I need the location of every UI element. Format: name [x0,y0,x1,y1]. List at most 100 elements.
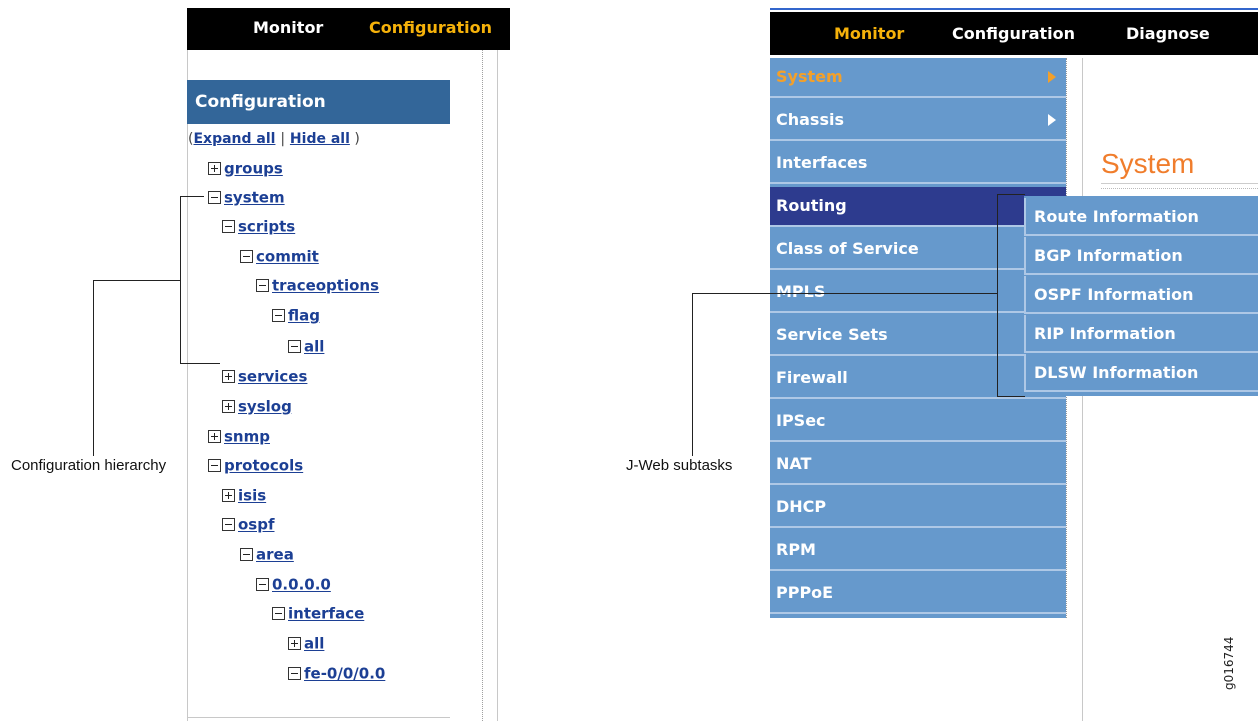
collapse-icon[interactable] [240,250,253,263]
tree-node-label[interactable]: syslog [238,398,292,416]
tree-node-label[interactable]: interface [288,605,364,623]
routing-submenu: Route Information BGP Information OSPF I… [1024,196,1258,396]
collapse-icon[interactable] [288,667,301,680]
collapse-icon[interactable] [272,309,285,322]
tab-monitor[interactable]: Monitor [834,24,904,43]
sidebar-item-label: Class of Service [776,239,919,258]
sidebar-item-interfaces[interactable]: Interfaces [770,144,1066,184]
submenu-item-rip-information[interactable]: RIP Information [1024,315,1258,353]
sidebar-item-routing[interactable]: Routing [770,187,1066,227]
sidebar-item-class-of-service[interactable]: Class of Service [770,230,1066,270]
chevron-right-icon [1048,114,1056,126]
tree-node-label[interactable]: all [304,635,324,653]
collapse-icon[interactable] [240,548,253,561]
tree-node-label[interactable]: fe-0/0/0.0 [304,665,385,683]
tree-node-syslog[interactable]: syslog [222,396,292,416]
submenu-item-route-information[interactable]: Route Information [1024,198,1258,236]
callout-line [93,280,94,456]
configuration-header: Configuration [187,80,450,124]
sidebar-item-label: Interfaces [776,153,868,172]
tree-node-label[interactable]: isis [238,487,266,505]
collapse-icon[interactable] [208,191,221,204]
collapse-icon[interactable] [288,340,301,353]
tree-node-snmp[interactable]: snmp [208,426,270,446]
panel-border [497,50,498,721]
sidebar-item-firewall[interactable]: Firewall [770,359,1066,399]
tree-node-label[interactable]: ospf [238,516,275,534]
callout-line [93,280,180,281]
panel-divider [482,50,483,721]
collapse-icon[interactable] [222,518,235,531]
tree-node-label[interactable]: services [238,368,307,386]
tab-configuration[interactable]: Configuration [369,18,492,37]
collapse-icon[interactable] [222,220,235,233]
hide-all-link[interactable]: Hide all [290,131,350,147]
tree-node-isis[interactable]: isis [222,485,266,505]
submenu-item-dlsw-information[interactable]: DLSW Information [1024,354,1258,392]
tree-node-system[interactable]: system [208,187,285,207]
tab-configuration[interactable]: Configuration [952,24,1075,43]
sidebar-item-service-sets[interactable]: Service Sets [770,316,1066,356]
tree-node-label[interactable]: flag [288,307,320,325]
tree-node-label[interactable]: scripts [238,218,295,236]
tree-node-label[interactable]: groups [224,160,283,178]
tree-node-all[interactable]: all [288,336,324,356]
tree-node-protocols[interactable]: protocols [208,455,303,475]
tree-node-groups[interactable]: groups [208,158,283,178]
sidebar-item-label: System [776,67,843,86]
panel-border [187,50,188,721]
expand-icon[interactable] [222,489,235,502]
collapse-icon[interactable] [208,459,221,472]
tab-diagnose[interactable]: Diagnose [1126,24,1210,43]
chevron-right-icon [1048,71,1056,83]
tree-node-flag[interactable]: flag [272,305,320,325]
expand-icon[interactable] [208,430,221,443]
sidebar-item-dhcp[interactable]: DHCP [770,488,1066,528]
sidebar-item-rpm[interactable]: RPM [770,531,1066,571]
j-web-subtasks-label: J-Web subtasks [626,457,733,474]
tree-node-fe-interface[interactable]: fe-0/0/0.0 [288,663,385,683]
top-nav-bar: Monitor Configuration [187,8,510,50]
tree-node-scripts[interactable]: scripts [222,216,295,236]
sidebar-item-ipsec[interactable]: IPSec [770,402,1066,442]
expand-all-link[interactable]: Expand all [193,131,275,147]
submenu-item-bgp-information[interactable]: BGP Information [1024,237,1258,275]
sidebar-item-nat[interactable]: NAT [770,445,1066,485]
sidebar-menu: System Chassis Interfaces Routing Class … [770,58,1066,618]
tree-node-label[interactable]: commit [256,248,319,266]
tree-node-ospf[interactable]: ospf [222,514,275,534]
collapse-icon[interactable] [256,578,269,591]
tree-node-area-id[interactable]: 0.0.0.0 [256,574,331,594]
callout-bracket [180,196,204,197]
tree-node-interface[interactable]: interface [272,603,364,623]
page-title: System [1101,148,1195,179]
sidebar-item-chassis[interactable]: Chassis [770,101,1066,141]
collapse-icon[interactable] [272,607,285,620]
sidebar-item-label: RPM [776,540,816,559]
figure-id: g016744 [1222,636,1236,690]
sidebar-item-label: NAT [776,454,812,473]
tab-monitor[interactable]: Monitor [253,18,323,37]
tree-node-label[interactable]: all [304,338,324,356]
expand-icon[interactable] [222,400,235,413]
expand-icon[interactable] [288,637,301,650]
tree-node-area[interactable]: area [240,544,294,564]
tree-node-label[interactable]: protocols [224,457,303,475]
submenu-item-ospf-information[interactable]: OSPF Information [1024,276,1258,314]
tree-node-label[interactable]: area [256,546,294,564]
sidebar-item-label: Routing [776,196,847,215]
tree-node-label[interactable]: 0.0.0.0 [272,576,331,594]
tree-node-traceoptions[interactable]: traceoptions [256,275,379,295]
expand-icon[interactable] [208,162,221,175]
expand-icon[interactable] [222,370,235,383]
tree-node-label[interactable]: traceoptions [272,277,379,295]
tree-node-services[interactable]: services [222,366,307,386]
sidebar-item-pppoe[interactable]: PPPoE [770,574,1066,614]
panel-border [187,717,450,718]
collapse-icon[interactable] [256,279,269,292]
tree-node-label[interactable]: system [224,189,285,207]
tree-node-commit[interactable]: commit [240,246,319,266]
tree-node-label[interactable]: snmp [224,428,270,446]
sidebar-item-system[interactable]: System [770,58,1066,98]
tree-node-all[interactable]: all [288,633,324,653]
